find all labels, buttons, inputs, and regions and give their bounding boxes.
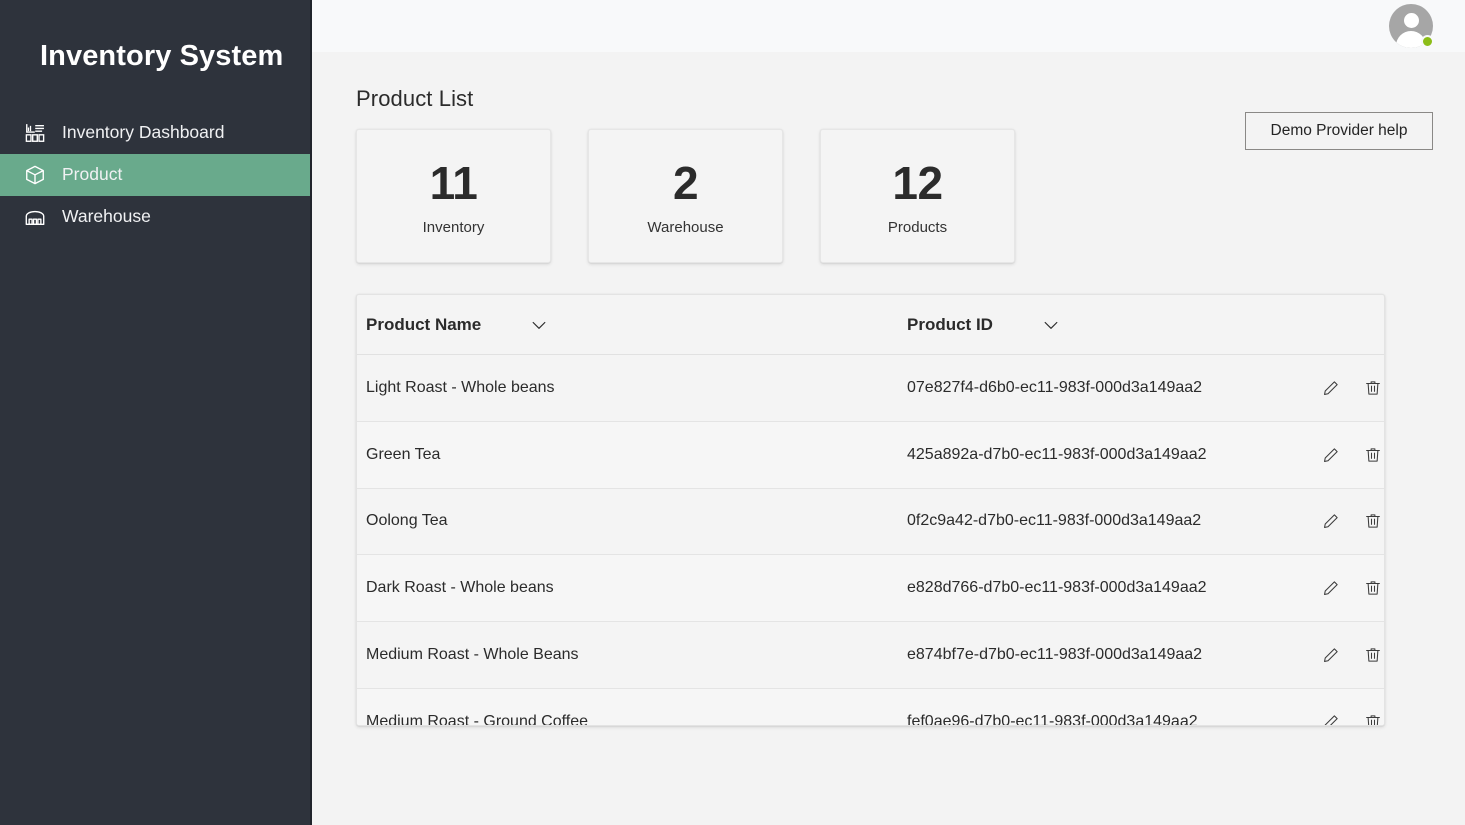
pencil-icon[interactable] [1321, 645, 1341, 665]
top-header-bar [312, 0, 1465, 52]
row-actions [1307, 511, 1384, 531]
cell-product-id: fef0ae96-d7b0-ec11-983f-000d3a149aa2 [907, 713, 1307, 726]
cell-product-id: 425a892a-d7b0-ec11-983f-000d3a149aa2 [907, 446, 1307, 464]
warehouse-icon [22, 204, 48, 230]
table-body: Light Roast - Whole beans 07e827f4-d6b0-… [357, 355, 1384, 726]
pencil-icon[interactable] [1321, 378, 1341, 398]
stat-card-products[interactable]: 12 Products [820, 129, 1015, 263]
table-row[interactable]: Dark Roast - Whole beans e828d766-d7b0-e… [357, 555, 1384, 622]
cell-product-name: Oolong Tea [366, 512, 907, 530]
dashboard-icon [22, 120, 48, 146]
table-header-row: Product Name Product ID [357, 295, 1384, 355]
cell-product-name: Dark Roast - Whole beans [366, 579, 907, 597]
column-header-label: Product Name [366, 315, 481, 335]
stat-value: 12 [892, 157, 942, 209]
trash-icon[interactable] [1363, 645, 1383, 665]
app-root: Inventory System Inventory Dashboard [0, 0, 1465, 825]
sidebar-nav: Inventory Dashboard Product [0, 112, 310, 238]
pencil-icon[interactable] [1321, 445, 1341, 465]
cell-product-id: 0f2c9a42-d7b0-ec11-983f-000d3a149aa2 [907, 512, 1307, 530]
pencil-icon[interactable] [1321, 712, 1341, 726]
cell-product-name: Green Tea [366, 446, 907, 464]
trash-icon[interactable] [1363, 578, 1383, 598]
trash-icon[interactable] [1363, 445, 1383, 465]
sidebar-item-inventory-dashboard[interactable]: Inventory Dashboard [0, 112, 310, 154]
table-row[interactable]: Oolong Tea 0f2c9a42-d7b0-ec11-983f-000d3… [357, 489, 1384, 556]
sidebar-item-warehouse[interactable]: Warehouse [0, 196, 310, 238]
chevron-down-icon[interactable] [529, 315, 549, 335]
row-actions [1307, 445, 1384, 465]
stat-label: Products [888, 219, 947, 236]
table-row[interactable]: Medium Roast - Ground Coffee fef0ae96-d7… [357, 689, 1384, 726]
stat-label: Warehouse [647, 219, 723, 236]
main-area: Product List Demo Provider help 11 Inven… [312, 0, 1465, 825]
row-actions [1307, 378, 1384, 398]
column-header-label: Product ID [907, 315, 993, 335]
page-content: Product List Demo Provider help 11 Inven… [312, 86, 1465, 726]
column-header-product-id[interactable]: Product ID [907, 315, 1307, 335]
sidebar-item-product[interactable]: Product [0, 154, 310, 196]
row-actions [1307, 645, 1384, 665]
sidebar-item-label: Warehouse [62, 208, 151, 226]
pencil-icon[interactable] [1321, 511, 1341, 531]
row-actions [1307, 712, 1384, 726]
cell-product-id: e874bf7e-d7b0-ec11-983f-000d3a149aa2 [907, 646, 1307, 664]
trash-icon[interactable] [1363, 511, 1383, 531]
stat-card-warehouse[interactable]: 2 Warehouse [588, 129, 783, 263]
status-badge [1421, 35, 1434, 48]
cell-product-id: e828d766-d7b0-ec11-983f-000d3a149aa2 [907, 579, 1307, 597]
package-icon [22, 162, 48, 188]
stat-card-inventory[interactable]: 11 Inventory [356, 129, 551, 263]
chevron-down-icon[interactable] [1041, 315, 1061, 335]
table-row[interactable]: Light Roast - Whole beans 07e827f4-d6b0-… [357, 355, 1384, 422]
trash-icon[interactable] [1363, 378, 1383, 398]
avatar-head [1404, 13, 1419, 28]
sidebar: Inventory System Inventory Dashboard [0, 0, 312, 825]
app-brand-title: Inventory System [0, 0, 310, 76]
table-row[interactable]: Medium Roast - Whole Beans e874bf7e-d7b0… [357, 622, 1384, 689]
demo-provider-help-button[interactable]: Demo Provider help [1245, 112, 1433, 150]
avatar[interactable] [1389, 4, 1433, 48]
stat-value: 11 [430, 157, 478, 209]
stat-label: Inventory [423, 219, 485, 236]
cell-product-id: 07e827f4-d6b0-ec11-983f-000d3a149aa2 [907, 379, 1307, 397]
sidebar-item-label: Inventory Dashboard [62, 124, 224, 142]
page-title: Product List [356, 86, 1465, 112]
stat-value: 2 [673, 157, 698, 209]
cell-product-name: Light Roast - Whole beans [366, 379, 907, 397]
product-table: Product Name Product ID [356, 294, 1385, 726]
table-row[interactable]: Green Tea 425a892a-d7b0-ec11-983f-000d3a… [357, 422, 1384, 489]
cell-product-name: Medium Roast - Ground Coffee [366, 713, 907, 726]
column-header-product-name[interactable]: Product Name [366, 315, 907, 335]
trash-icon[interactable] [1363, 712, 1383, 726]
pencil-icon[interactable] [1321, 578, 1341, 598]
sidebar-item-label: Product [62, 166, 122, 184]
cell-product-name: Medium Roast - Whole Beans [366, 646, 907, 664]
row-actions [1307, 578, 1384, 598]
